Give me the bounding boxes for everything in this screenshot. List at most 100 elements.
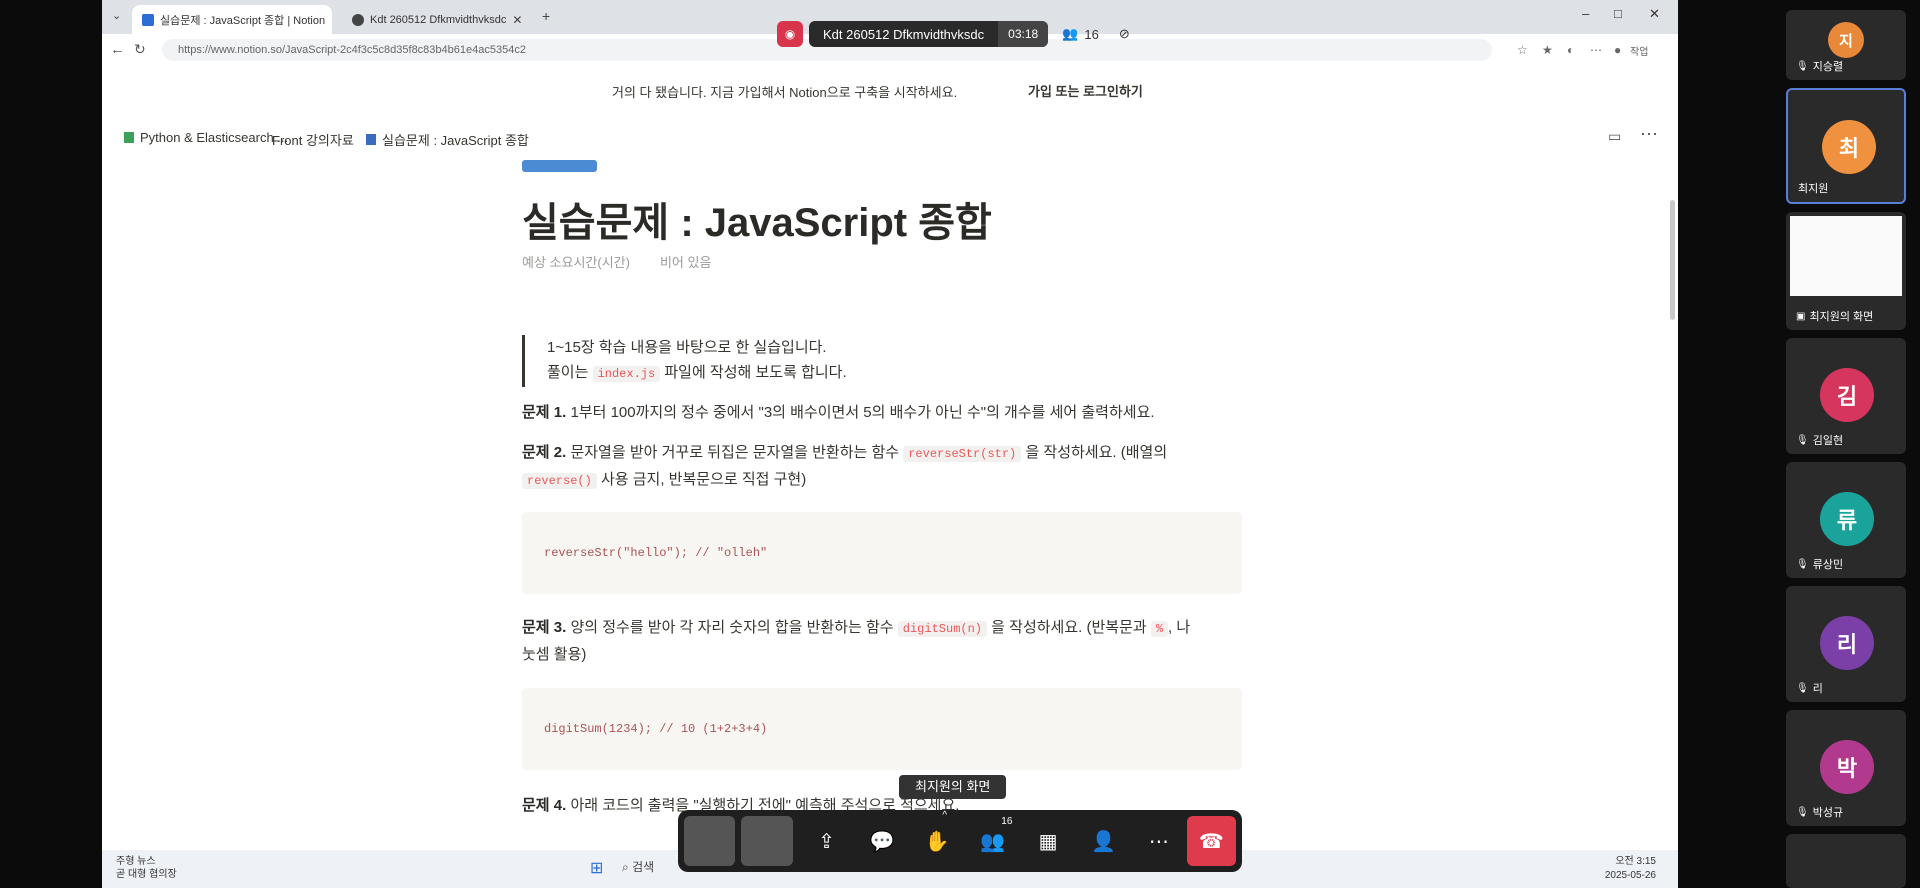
people-icon: 👥 xyxy=(1062,26,1079,41)
question-label: 문제 3. xyxy=(522,619,567,636)
raise-hand-button[interactable]: ✋ ^ xyxy=(910,810,965,866)
participant-tile[interactable]: 김 🎙 김일현 xyxy=(1786,338,1906,454)
participant-name-text: 류상민 xyxy=(1812,559,1844,571)
news-title: 주형 뉴스 xyxy=(116,856,156,867)
record-icon[interactable]: ◉ xyxy=(777,21,803,47)
clock-time: 오전 3:15 xyxy=(1615,856,1656,867)
participant-name: 🎙 지승렬 xyxy=(1796,58,1843,74)
tab-meeting[interactable]: Kdt 260512 Dfkmvidthvksdc ✕ xyxy=(342,5,532,34)
chevron-up-icon[interactable]: ^ xyxy=(942,810,947,821)
window-close-icon[interactable]: ✕ xyxy=(1649,6,1660,22)
participant-name: 🎙 박성규 xyxy=(1796,804,1843,820)
new-tab-button[interactable]: + xyxy=(542,8,550,24)
quote-text: 파일에 작성해 보도록 합니다. xyxy=(664,364,847,381)
chat-button[interactable]: 💬 xyxy=(854,816,909,866)
breadcrumb-label: Front 강의자료 xyxy=(272,133,354,148)
question-label: 문제 4. xyxy=(522,797,567,814)
participant-sidebar: 지 🎙 지승렬 최 최지원 ▣ 최지원의 화면 김 🎙 김일현 류 🎙 류상민 리 🎙 리… xyxy=(1786,10,1906,888)
add-person-button[interactable]: 👤 xyxy=(1076,816,1131,866)
bookmark-icon[interactable]: ☆ xyxy=(1517,43,1528,57)
self-video-thumbnail[interactable] xyxy=(684,816,736,866)
leave-call-button[interactable]: ☎ xyxy=(1186,816,1237,866)
page-icon xyxy=(366,134,376,145)
taskbar-clock[interactable]: 오전 3:15 2025-05-26 xyxy=(1605,855,1656,883)
share-thumbnail[interactable] xyxy=(741,816,793,866)
breadcrumb-item-python[interactable]: Python & Elasticsearch ... xyxy=(124,130,288,145)
quote-line: 1~15장 학습 내용을 바탕으로 한 실습입니다. xyxy=(547,339,827,356)
more-options-icon[interactable]: ⋯ xyxy=(1640,124,1658,145)
participant-tile[interactable]: 리 🎙 리 xyxy=(1786,586,1906,702)
maximize-icon[interactable]: □ xyxy=(1614,6,1622,21)
screen-share-icon: ▣ xyxy=(1796,310,1806,322)
mic-muted-icon: 🎙 xyxy=(1796,60,1809,72)
more-button[interactable]: ⋯ xyxy=(1131,816,1186,866)
participant-name: 🎙 류상민 xyxy=(1796,556,1843,572)
avatar: 박 xyxy=(1820,740,1874,794)
property-value[interactable]: 비어 있음 xyxy=(660,252,711,271)
search-label: 검색 xyxy=(632,860,655,874)
code-block-q3[interactable]: digitSum(1234); // 10 (1+2+3+4) xyxy=(522,688,1242,770)
participant-tile[interactable]: 지 🎙 지승렬 xyxy=(1786,10,1906,80)
participant-tile[interactable]: 최 최지원 xyxy=(1786,88,1906,204)
settings-icon[interactable]: ⊘ xyxy=(1119,26,1130,42)
breadcrumb: Python & Elasticsearch ... Front 강의자료 실습… xyxy=(102,114,1678,162)
quote-line: 풀이는 index.js 파일에 작성해 보도록 합니다. xyxy=(547,360,847,387)
code-block-q2[interactable]: reverseStr("hello"); // "olleh" xyxy=(522,512,1242,594)
participants-badge: 16 xyxy=(1001,816,1013,827)
windows-start-icon[interactable]: ⊞ xyxy=(590,858,603,878)
avatar: 지 xyxy=(1828,22,1864,58)
signup-login-link[interactable]: 가입 또는 로그인하기 xyxy=(1028,81,1143,100)
avatar: 김 xyxy=(1820,368,1874,422)
inline-code: reverseStr(str) xyxy=(903,446,1022,462)
breadcrumb-item-current[interactable]: 실습문제 : JavaScript 종합 xyxy=(366,130,529,149)
participants-count[interactable]: 👥 16 ⊘ xyxy=(1062,26,1130,42)
quote-text: 풀이는 xyxy=(547,364,589,381)
notion-favicon xyxy=(142,13,154,26)
tab-notion[interactable]: 실습문제 : JavaScript 종합 | Notion ✕ xyxy=(132,5,332,34)
participant-name-text: 지승렬 xyxy=(1812,61,1844,73)
profile-label[interactable]: 작업 xyxy=(1630,43,1648,58)
close-icon[interactable]: ✕ xyxy=(512,13,522,27)
minimize-icon[interactable]: – xyxy=(1582,6,1589,21)
back-icon[interactable]: ← xyxy=(110,41,125,58)
reload-icon[interactable]: ↻ xyxy=(134,41,146,58)
participant-name: 최지원 xyxy=(1798,180,1828,196)
inline-code: index.js xyxy=(592,366,661,382)
tab-label: Kdt 260512 Dfkmvidthvksdc xyxy=(370,13,507,26)
page-scrollbar[interactable] xyxy=(1670,200,1675,320)
tab-search-icon[interactable]: ⌄ xyxy=(112,9,121,22)
mic-muted-icon: 🎙 xyxy=(1796,434,1809,446)
screen-share-tooltip: 최지원의 화면 xyxy=(899,775,1007,799)
news-widget[interactable]: 주형 뉴스 곧 대형 협의장 xyxy=(116,855,177,881)
participant-tile[interactable] xyxy=(1786,834,1906,888)
recording-bar: ◉ Kdt 260512 Dfkmvidthvksdc 03:18 👥 16 ⊘ xyxy=(777,20,1130,48)
breadcrumb-label: Python & Elasticsearch ... xyxy=(140,130,289,145)
meeting-info-pill[interactable]: Kdt 260512 Dfkmvidthvksdc 03:18 xyxy=(809,21,1049,47)
participant-tile[interactable]: 류 🎙 류상민 xyxy=(1786,462,1906,578)
page-title: 실습문제 : JavaScript 종합 xyxy=(522,201,992,245)
shared-screen: ⌄ 실습문제 : JavaScript 종합 | Notion ✕ Kdt 26… xyxy=(102,0,1678,888)
extensions-icon[interactable]: ◐ xyxy=(1567,43,1574,57)
participant-tile[interactable]: 박 🎙 박성규 xyxy=(1786,710,1906,826)
more-icon[interactable]: ⋯ xyxy=(1590,43,1602,57)
question-text: 을 작성하세요. (배열의 xyxy=(1025,444,1168,461)
layout-button[interactable]: ▦ xyxy=(1020,816,1075,866)
profile-icon[interactable]: ● xyxy=(1614,43,1621,57)
favorites-icon[interactable]: ★ xyxy=(1542,43,1553,57)
page-icon xyxy=(124,132,134,143)
inline-code: reverse() xyxy=(522,473,597,489)
meeting-name: Kdt 260512 Dfkmvidthvksdc xyxy=(823,26,985,42)
share-screen-button[interactable]: ⇪ xyxy=(799,816,854,866)
meeting-controls: ⇪ 💬 ✋ ^ 👥 16 ▦ 👤 ⋯ ☎ xyxy=(678,810,1242,872)
comment-icon[interactable]: ▭ xyxy=(1608,128,1621,145)
taskbar-search[interactable]: ⌕ 검색 xyxy=(622,858,654,875)
cover-strip xyxy=(522,160,597,172)
participants-button[interactable]: 👥 16 xyxy=(965,816,1020,866)
screen-share-preview xyxy=(1790,216,1902,296)
screen-share-tile[interactable]: ▣ 최지원의 화면 xyxy=(1786,212,1906,330)
breadcrumb-item-front[interactable]: Front 강의자료 xyxy=(272,130,354,149)
news-subtitle: 곧 대형 협의장 xyxy=(116,869,177,880)
question-1: 문제 1. 1부터 100까지의 정수 중에서 "3의 배수이면서 5의 배수가… xyxy=(522,400,1262,425)
close-icon[interactable]: ✕ xyxy=(331,13,332,27)
avatar: 류 xyxy=(1820,492,1874,546)
